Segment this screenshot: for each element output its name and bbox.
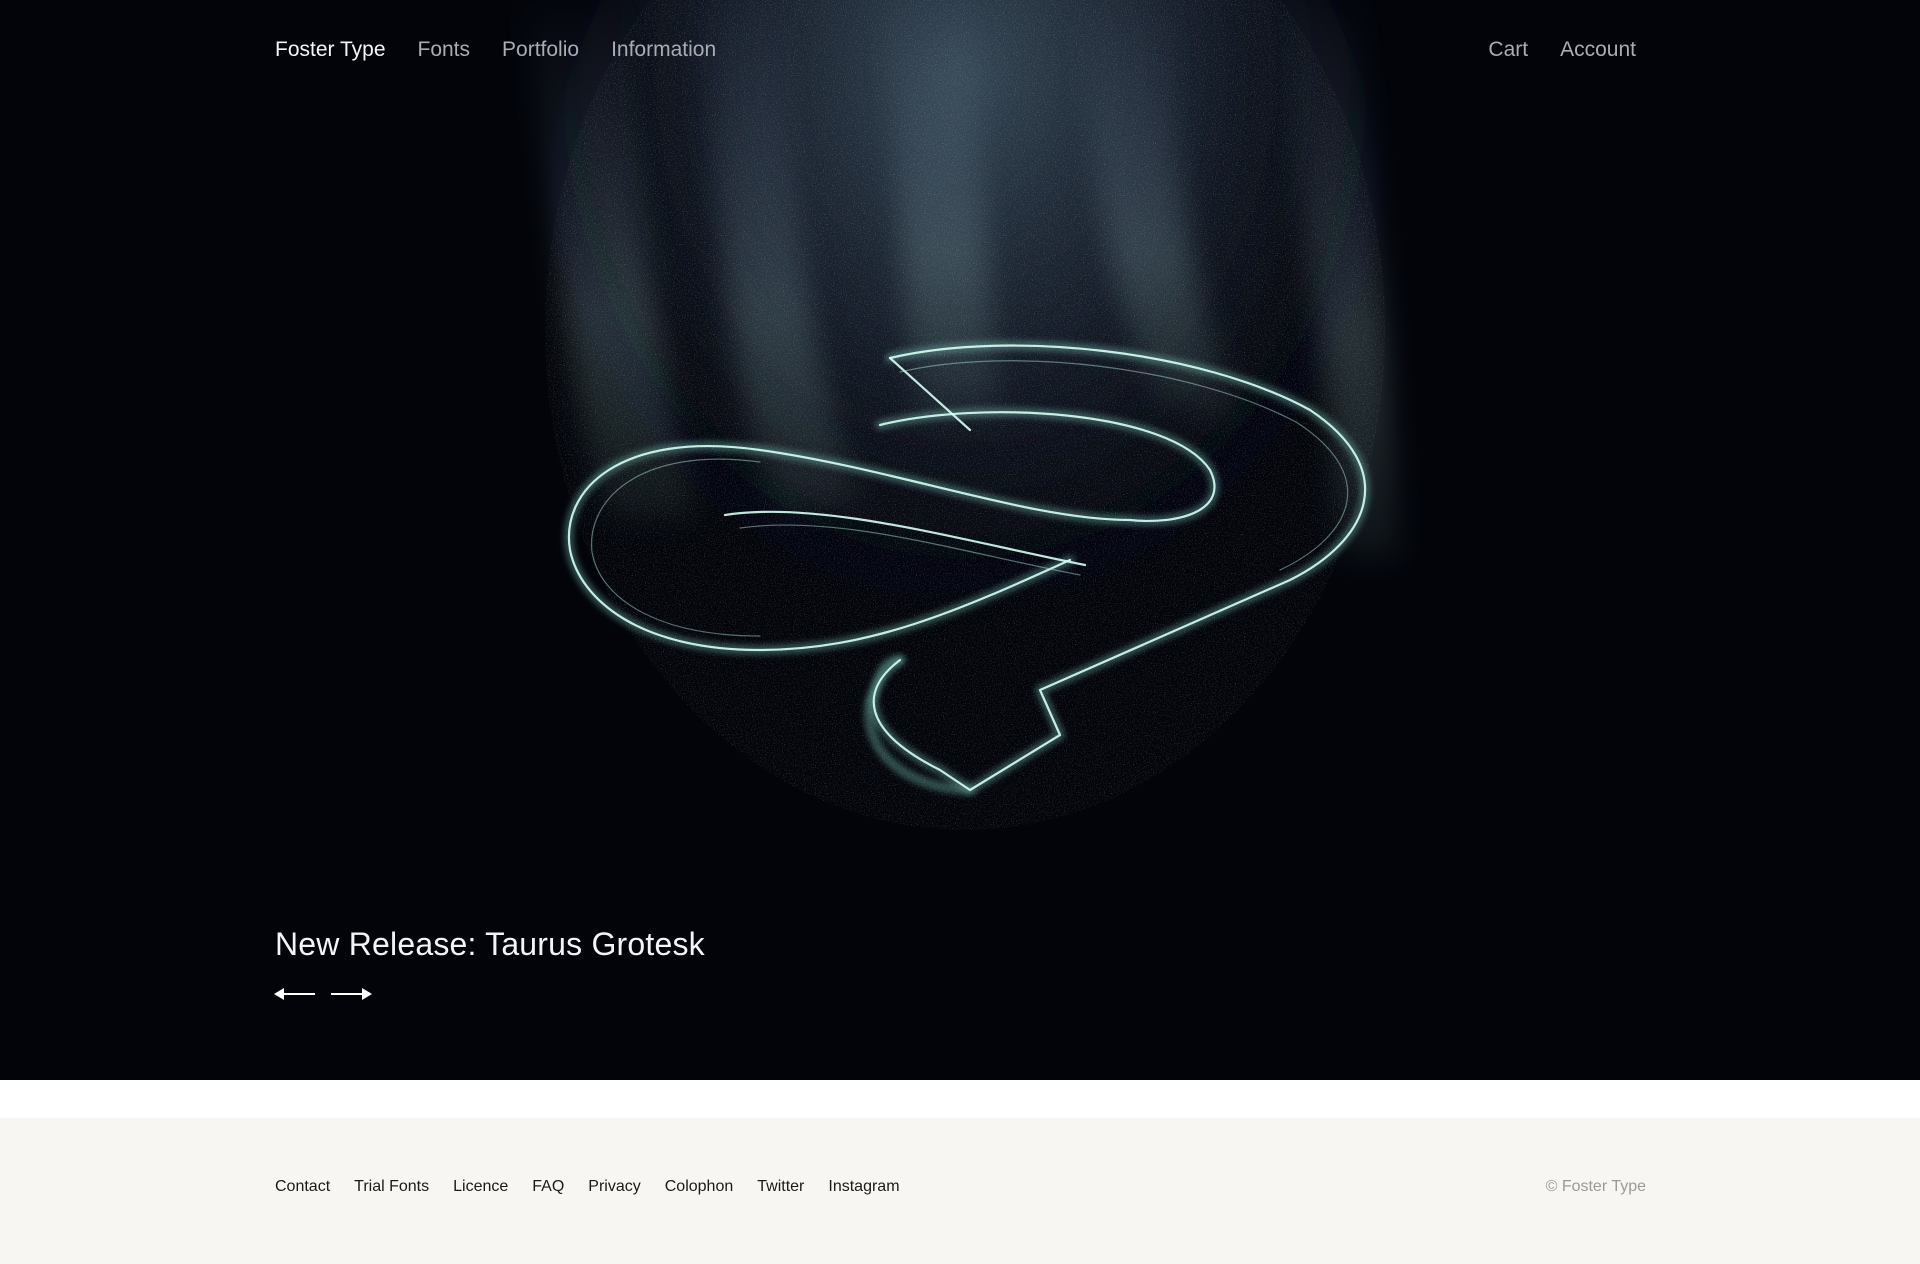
arrow-left-icon[interactable]: [273, 982, 317, 1006]
footer-link-licence[interactable]: Licence: [453, 1178, 508, 1196]
footer-link-privacy[interactable]: Privacy: [588, 1178, 640, 1196]
footer-link-instagram[interactable]: Instagram: [828, 1178, 899, 1196]
footer-link-colophon[interactable]: Colophon: [665, 1178, 734, 1196]
footer-link-contact[interactable]: Contact: [275, 1178, 330, 1196]
copyright-text: © Foster Type: [1545, 1178, 1646, 1195]
footer-links: Contact Trial Fonts Licence FAQ Privacy …: [275, 1178, 924, 1196]
hero-caption[interactable]: New Release: Taurus Grotesk: [275, 926, 705, 963]
footer-link-faq[interactable]: FAQ: [532, 1178, 564, 1196]
footer-link-trial-fonts[interactable]: Trial Fonts: [354, 1178, 429, 1196]
nav-item-cart[interactable]: Cart: [1488, 38, 1528, 62]
hero-artwork-ampersand: [460, 0, 1480, 860]
nav-primary: Foster Type Fonts Portfolio Information: [275, 38, 748, 62]
brand-link[interactable]: Foster Type: [275, 38, 386, 62]
nav-secondary: Cart Account: [1456, 38, 1636, 62]
nav-item-account[interactable]: Account: [1560, 38, 1636, 62]
footer-link-twitter[interactable]: Twitter: [757, 1178, 804, 1196]
nav-item-information[interactable]: Information: [611, 38, 716, 62]
nav-item-portfolio[interactable]: Portfolio: [502, 38, 579, 62]
nav-item-fonts[interactable]: Fonts: [418, 38, 471, 62]
site-footer: Contact Trial Fonts Licence FAQ Privacy …: [0, 1118, 1920, 1264]
hero-banner: Foster Type Fonts Portfolio Information …: [0, 0, 1920, 1080]
top-navigation: Foster Type Fonts Portfolio Information …: [275, 38, 1636, 62]
arrow-right-icon[interactable]: [329, 982, 373, 1006]
slider-controls: [273, 982, 373, 1006]
